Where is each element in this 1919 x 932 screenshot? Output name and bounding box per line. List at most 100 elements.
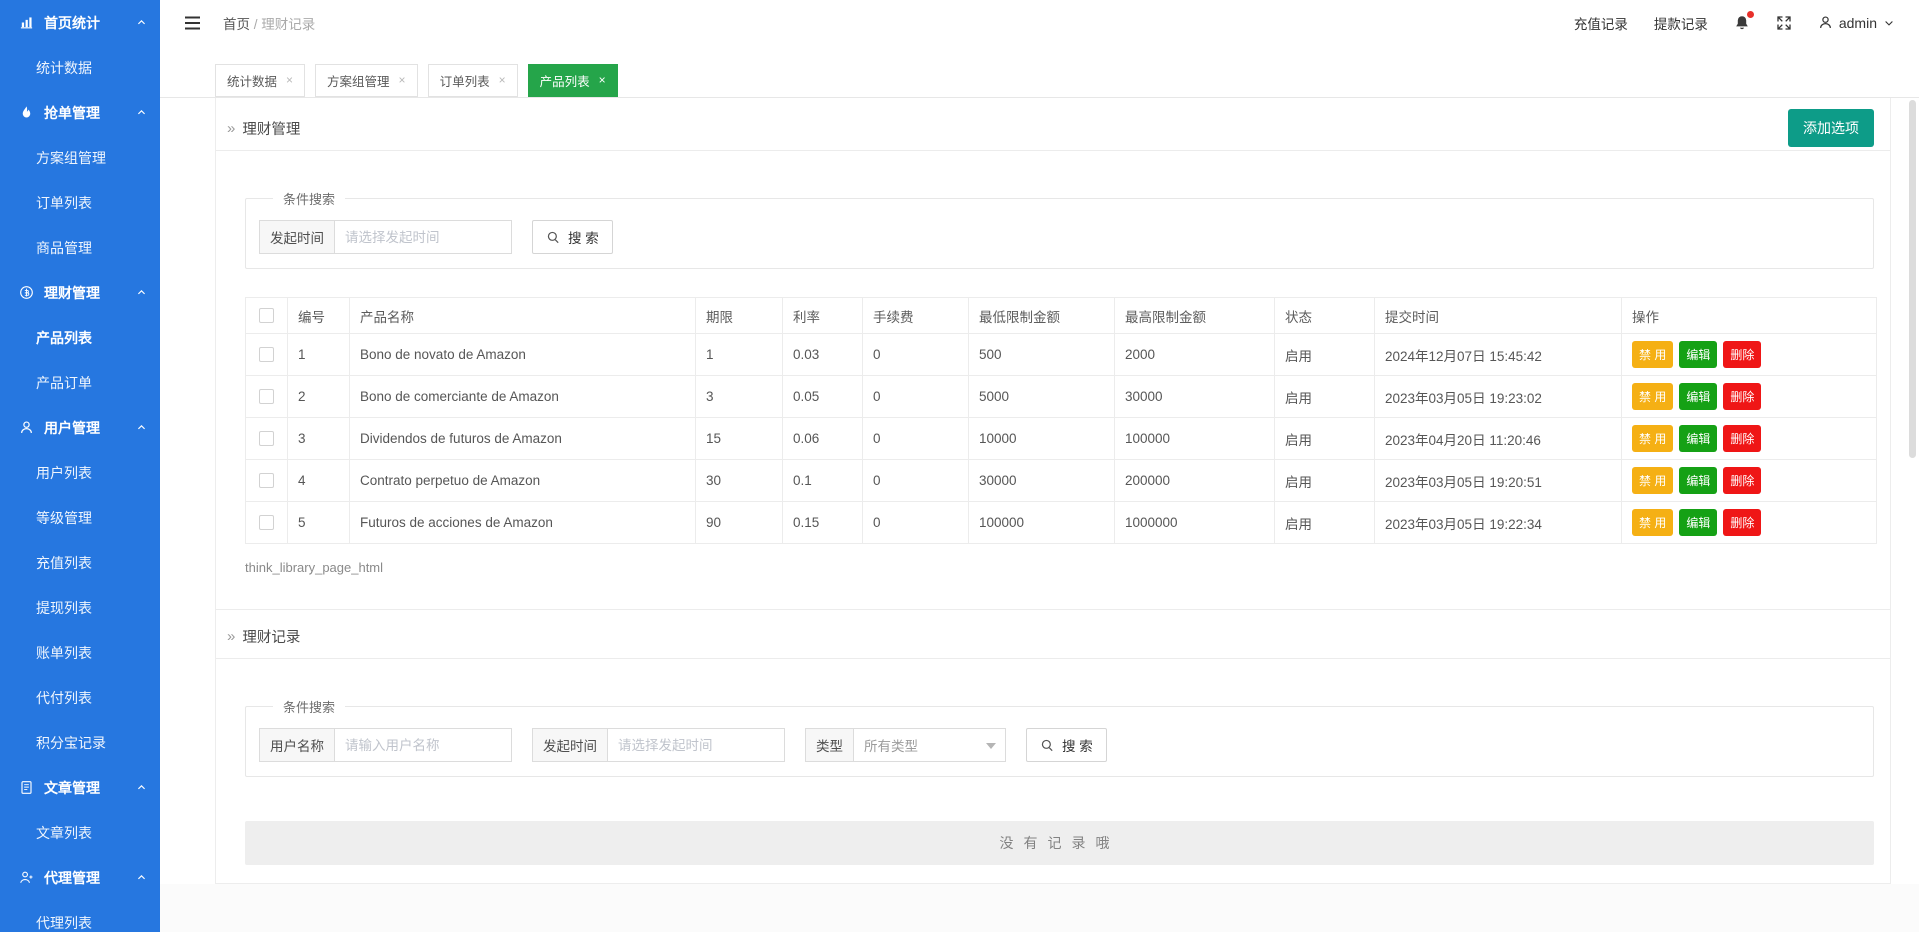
start-time-input[interactable]: [335, 220, 512, 254]
add-option-button[interactable]: 添加选项: [1788, 109, 1874, 147]
cell-id: 5: [288, 502, 350, 544]
cell-fee: 0: [863, 418, 969, 460]
sidebar-item-user-list[interactable]: 用户列表: [0, 450, 160, 495]
table-row: 1Bono de novato de Amazon10.0305002000启用…: [246, 334, 1877, 376]
cell-term: 90: [696, 502, 783, 544]
edit-button[interactable]: 编辑: [1679, 383, 1717, 410]
breadcrumb-home[interactable]: 首页: [223, 17, 250, 32]
delete-button[interactable]: 删除: [1723, 383, 1761, 410]
chevron-up-icon: [136, 17, 147, 28]
edit-button[interactable]: 编辑: [1679, 425, 1717, 452]
delete-button[interactable]: 删除: [1723, 467, 1761, 494]
tab-close-icon[interactable]: ×: [399, 74, 406, 86]
sidebar-item-recharge-list[interactable]: 充值列表: [0, 540, 160, 585]
section-marker-icon: »: [227, 628, 235, 645]
cell-rate: 0.03: [783, 334, 863, 376]
sidebar-item-product-list[interactable]: 产品列表: [0, 315, 160, 360]
cell-id: 3: [288, 418, 350, 460]
tab-stats-data[interactable]: 统计数据 ×: [215, 64, 305, 97]
tab-product-list[interactable]: 产品列表 ×: [528, 64, 618, 97]
sidebar-item-order-list[interactable]: 订单列表: [0, 180, 160, 225]
sidebar-menu: 首页统计统计数据抢单管理方案组管理订单列表商品管理理财管理产品列表产品订单用户管…: [0, 0, 160, 932]
column-header: 提交时间: [1375, 298, 1622, 334]
notification-bell-icon[interactable]: [1734, 14, 1750, 31]
sidebar-item-payout-list[interactable]: 代付列表: [0, 675, 160, 720]
tab-close-icon[interactable]: ×: [599, 74, 606, 86]
agent-icon: [19, 870, 36, 885]
sidebar-item-grab-management[interactable]: 抢单管理: [0, 90, 160, 135]
tab-close-icon[interactable]: ×: [286, 74, 293, 86]
edit-button[interactable]: 编辑: [1679, 509, 1717, 536]
search-button[interactable]: 搜 索: [1026, 728, 1107, 762]
disable-button[interactable]: 禁 用: [1632, 341, 1673, 368]
table-row: 4Contrato perpetuo de Amazon300.10300002…: [246, 460, 1877, 502]
search-button[interactable]: 搜 索: [532, 220, 613, 254]
grab-icon: [19, 105, 36, 120]
menu-toggle-icon[interactable]: [184, 16, 201, 30]
disable-button[interactable]: 禁 用: [1632, 383, 1673, 410]
cell-time: 2023年04月20日 11:20:46: [1375, 418, 1622, 460]
disable-button[interactable]: 禁 用: [1632, 509, 1673, 536]
start-time-label: 发起时间: [259, 220, 335, 254]
row-checkbox[interactable]: [259, 347, 274, 362]
cell-min: 100000: [969, 502, 1115, 544]
user-name-input[interactable]: [335, 728, 512, 762]
chevron-up-icon: [136, 422, 147, 433]
row-checkbox[interactable]: [259, 389, 274, 404]
withdraw-record-link[interactable]: 提款记录: [1654, 13, 1708, 33]
tab-label: 产品列表: [540, 71, 590, 90]
row-checkbox[interactable]: [259, 473, 274, 488]
table-row: 3Dividendos de futuros de Amazon150.0601…: [246, 418, 1877, 460]
content-footer: [160, 884, 1919, 932]
chevron-up-icon: [136, 782, 147, 793]
recharge-record-link[interactable]: 充值记录: [1574, 13, 1628, 33]
delete-button[interactable]: 删除: [1723, 341, 1761, 368]
sidebar-item-article-list[interactable]: 文章列表: [0, 810, 160, 855]
cell-rate: 0.15: [783, 502, 863, 544]
notification-dot: [1747, 11, 1754, 18]
scrollbar-thumb[interactable]: [1909, 100, 1916, 458]
tab-label: 统计数据: [227, 71, 277, 90]
sidebar-item-plan-group-management[interactable]: 方案组管理: [0, 135, 160, 180]
cell-min: 10000: [969, 418, 1115, 460]
delete-button[interactable]: 删除: [1723, 509, 1761, 536]
column-header: 状态: [1275, 298, 1375, 334]
sidebar-item-article-management[interactable]: 文章管理: [0, 765, 160, 810]
fullscreen-icon[interactable]: [1776, 15, 1792, 31]
tab-plan-group[interactable]: 方案组管理×: [315, 64, 418, 97]
cell-term: 30: [696, 460, 783, 502]
tab-order-list[interactable]: 订单列表×: [428, 64, 518, 97]
edit-button[interactable]: 编辑: [1679, 341, 1717, 368]
sidebar-item-agent-management[interactable]: 代理管理: [0, 855, 160, 900]
delete-button[interactable]: 删除: [1723, 425, 1761, 452]
disable-button[interactable]: 禁 用: [1632, 425, 1673, 452]
sidebar-item-stats-data[interactable]: 统计数据: [0, 45, 160, 90]
sidebar-item-finance-management[interactable]: 理财管理: [0, 270, 160, 315]
edit-button[interactable]: 编辑: [1679, 467, 1717, 494]
sidebar-item-level-management[interactable]: 等级管理: [0, 495, 160, 540]
cell-rate: 0.05: [783, 376, 863, 418]
row-checkbox[interactable]: [259, 515, 274, 530]
start-time-input[interactable]: [608, 728, 785, 762]
sidebar-item-agent-list[interactable]: 代理列表: [0, 900, 160, 932]
chevron-down-icon: [1883, 17, 1895, 29]
type-select[interactable]: 所有类型: [854, 728, 1006, 762]
tab-close-icon[interactable]: ×: [499, 74, 506, 86]
user-menu[interactable]: admin: [1818, 15, 1895, 31]
select-all-checkbox[interactable]: [259, 308, 274, 323]
sidebar-item-withdraw-list[interactable]: 提现列表: [0, 585, 160, 630]
sidebar-item-home-stats[interactable]: 首页统计: [0, 0, 160, 45]
sidebar-item-user-management[interactable]: 用户管理: [0, 405, 160, 450]
cell-min: 500: [969, 334, 1115, 376]
cell-fee: 0: [863, 334, 969, 376]
topbar: 首页 / 理财记录 充值记录 提款记录 admin: [160, 0, 1919, 45]
sidebar-item-goods-management[interactable]: 商品管理: [0, 225, 160, 270]
sidebar-item-bill-list[interactable]: 账单列表: [0, 630, 160, 675]
cell-actions: 禁 用编辑删除: [1622, 334, 1877, 376]
breadcrumb-current: 理财记录: [261, 17, 315, 32]
sidebar-item-product-orders[interactable]: 产品订单: [0, 360, 160, 405]
cell-status: 启用: [1275, 376, 1375, 418]
row-checkbox[interactable]: [259, 431, 274, 446]
disable-button[interactable]: 禁 用: [1632, 467, 1673, 494]
sidebar-item-points-record[interactable]: 积分宝记录: [0, 720, 160, 765]
